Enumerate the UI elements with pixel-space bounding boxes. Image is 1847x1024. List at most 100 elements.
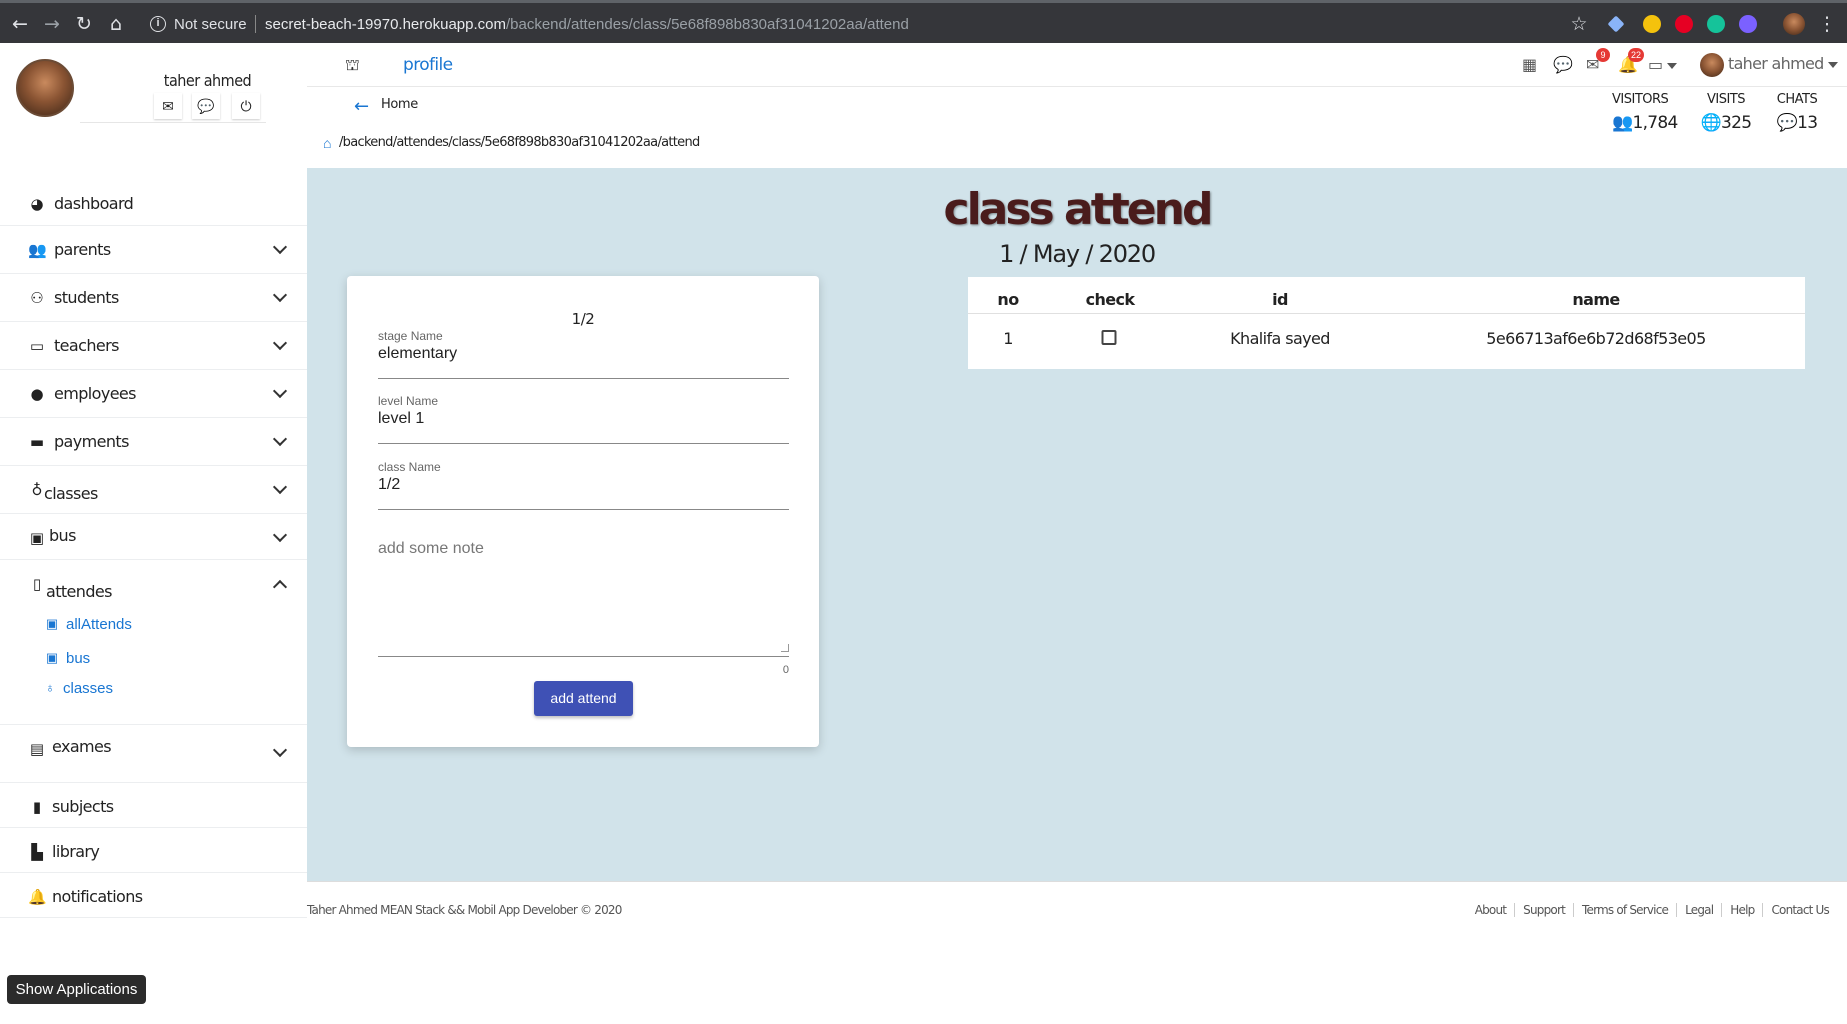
info-icon[interactable]: i (150, 16, 166, 32)
attend-checkbox[interactable] (1101, 330, 1117, 345)
field-label: level Name (378, 394, 439, 408)
sidebar-item-students[interactable]: ⚇ students (0, 274, 307, 322)
home-icon[interactable]: ⌂ (323, 135, 331, 151)
footer-link-support[interactable]: Support (1514, 903, 1573, 917)
forward-icon[interactable]: → (40, 12, 64, 36)
sidebar-item-attendes[interactable]: ▯ attendes (0, 560, 307, 610)
home-icon[interactable]: ⌂ (104, 12, 128, 36)
field-value: 1/2 (378, 476, 401, 493)
sidebar-item-payments[interactable]: ▬ payments (0, 418, 307, 466)
level-name-field[interactable]: level Name level 1 (378, 394, 789, 444)
main-content: class attend 1 / May / 2020 1/2 stage Na… (307, 168, 1847, 881)
address-bar[interactable]: i Not secure secret-beach-19970.herokuap… (138, 9, 1588, 39)
topbar-user-menu[interactable]: taher ahmed (1728, 54, 1838, 73)
chevron-down-icon (272, 287, 288, 303)
sidebar-item-notifications[interactable]: 🔔 notifications (0, 873, 307, 918)
sidebar-item-subjects[interactable]: ▮ subjects (0, 783, 307, 828)
table-header-divider (968, 313, 1805, 314)
add-attend-button[interactable]: add attend (534, 681, 633, 716)
user-icon: ● (30, 385, 44, 403)
messages-badge: 9 (1596, 48, 1610, 62)
class-name-field[interactable]: class Name 1/2 (378, 460, 789, 510)
sidebar-item-label: students (54, 288, 119, 307)
caret-down-icon (1667, 62, 1678, 69)
users-icon: 👥 (1612, 113, 1633, 133)
back-arrow-icon[interactable]: ← (354, 96, 369, 117)
footer-link-contact[interactable]: Contact Us (1762, 903, 1837, 917)
stat-label: VISITORS (1612, 92, 1669, 107)
show-applications-button[interactable]: Show Applications (7, 975, 146, 1004)
attendes-submenu: ▣ allAttends ▣ bus ♁ classes (0, 610, 307, 725)
sidebar-item-exames[interactable]: ▤ exames (0, 725, 307, 783)
sidebar-item-parents[interactable]: 👥 parents (0, 226, 307, 274)
institution-icon[interactable]: ⛫ (345, 55, 360, 76)
back-icon[interactable]: ← (8, 12, 32, 36)
attend-form-card: 1/2 stage Name elementary level Name lev… (347, 276, 819, 747)
chevron-down-icon (272, 431, 288, 447)
stage-name-field[interactable]: stage Name elementary (378, 329, 789, 379)
users-icon: 👥 (28, 241, 47, 259)
extension-pen-icon[interactable] (1607, 15, 1625, 33)
stat-label: VISITS (1706, 92, 1746, 107)
lightbulb-icon: ♁ (45, 680, 55, 695)
speedometer-icon: ◕ (30, 195, 44, 213)
cell-no: 1 (1003, 329, 1013, 348)
stat-value-row: 💬13 (1773, 113, 1821, 133)
url-divider (255, 15, 256, 33)
browser-menu-icon[interactable]: ⋮ (1815, 12, 1839, 36)
field-value: level 1 (378, 410, 425, 427)
pinterest-icon[interactable] (1675, 15, 1693, 33)
globe-icon: 🌐 (1700, 113, 1722, 133)
extension-yellow-icon[interactable] (1643, 15, 1661, 33)
exam-icon: ▤ (29, 740, 45, 758)
chat-icon[interactable]: 💬 (192, 93, 220, 119)
mail-icon[interactable]: ✉ (154, 93, 182, 119)
browser-toolbar: ← → ↻ ⌂ i Not secure secret-beach-19970.… (0, 0, 1847, 43)
mail-icon[interactable]: ✉ 9 (1586, 48, 1610, 74)
url-path: /backend/attendes/class/5e68f898b830af31… (505, 16, 909, 33)
chat-icon[interactable]: 💬 (1553, 55, 1573, 74)
profile-actions: ✉ 💬 ⏻ (80, 93, 266, 123)
column-header-no: no (997, 290, 1019, 309)
stat-value: 325 (1721, 113, 1752, 133)
column-header-check: check (1085, 290, 1135, 309)
avatar[interactable] (1700, 53, 1724, 77)
footer-link-legal[interactable]: Legal (1676, 903, 1721, 917)
extension-check-icon[interactable] (1739, 15, 1757, 33)
calendar-icon[interactable]: ▦ (1522, 55, 1537, 74)
bell-icon[interactable]: 🔔 22 (1618, 48, 1645, 74)
home-link[interactable]: Home (381, 97, 418, 112)
sidebar-item-employees[interactable]: ● employees (0, 370, 307, 418)
sidebar-item-label: bus (49, 526, 76, 545)
url-domain: secret-beach-19970.herokuapp.com (265, 16, 506, 33)
footer-link-about[interactable]: About (1467, 903, 1514, 917)
sidebar-item-teachers[interactable]: ▭ teachers (0, 322, 307, 370)
profile-link[interactable]: profile (403, 55, 453, 75)
grammarly-icon[interactable] (1707, 15, 1725, 33)
reload-icon[interactable]: ↻ (72, 12, 96, 36)
bookmark-star-icon[interactable]: ☆ (1567, 12, 1591, 36)
browser-profile-avatar[interactable] (1783, 13, 1805, 35)
sidebar-item-classes[interactable]: ♁ classes (0, 466, 307, 514)
sidebar-item-library[interactable]: ▙ library (0, 828, 307, 873)
submenu-item-label: bus (66, 650, 91, 667)
stat-label: CHATS (1776, 92, 1818, 107)
avatar[interactable] (16, 59, 74, 117)
wallet-icon: ▬ (29, 433, 45, 451)
resize-handle-icon[interactable] (781, 644, 789, 652)
sidebar-item-bus[interactable]: ▣ bus (0, 514, 307, 560)
sidebar-item-dashboard[interactable]: ◕ dashboard (0, 183, 307, 226)
url-text[interactable]: secret-beach-19970.herokuapp.com/backend… (265, 16, 909, 33)
column-header-name: name (1572, 290, 1620, 309)
sidebar-item-label: attendes (46, 582, 112, 601)
stat-value: 13 (1797, 113, 1818, 133)
cell-id: Khalifa sayed (1230, 329, 1330, 348)
footer-link-terms[interactable]: Terms of Service (1573, 903, 1676, 917)
footer-link-help[interactable]: Help (1721, 903, 1762, 917)
note-textarea[interactable]: add some note (378, 540, 789, 657)
stat-visits: VISITS 🌐325 (1696, 92, 1756, 133)
sidebar-item-label: subjects (52, 797, 114, 816)
teacher-icon: ▭ (29, 337, 45, 355)
language-icon[interactable]: ▭ (1648, 55, 1678, 74)
power-icon[interactable]: ⏻ (232, 93, 260, 119)
